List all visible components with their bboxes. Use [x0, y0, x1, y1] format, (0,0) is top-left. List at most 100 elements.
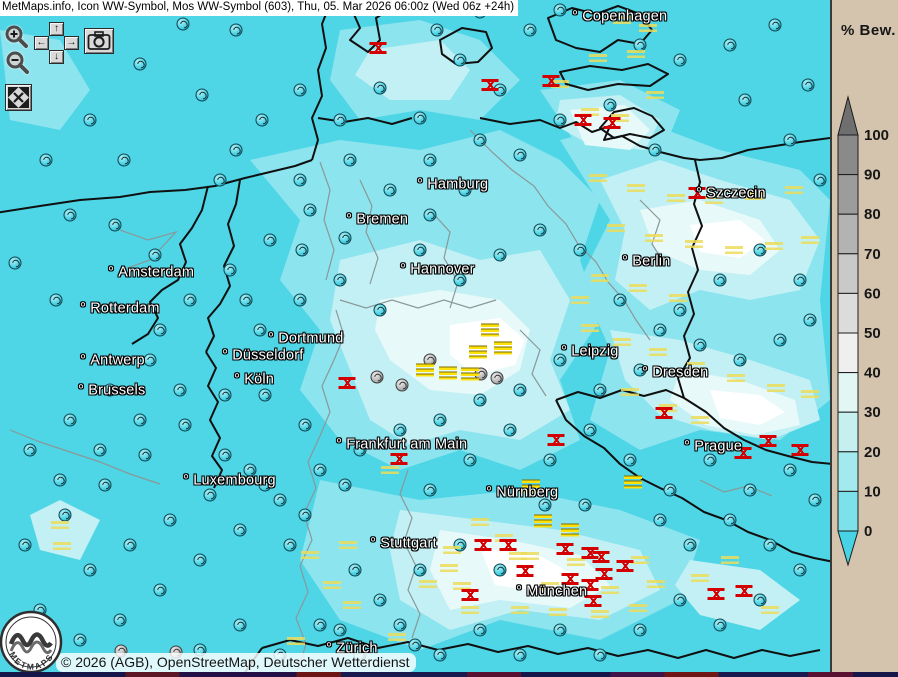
- drizzle-symbol-icon: [94, 444, 107, 457]
- mist-symbol-icon: [381, 466, 399, 474]
- pan-right-button[interactable]: →: [64, 36, 79, 50]
- drizzle-symbol-icon: [374, 594, 387, 607]
- scale-segment: [838, 135, 858, 175]
- city-marker-icon: °: [80, 352, 86, 369]
- city-name: Stuttgart: [380, 536, 437, 552]
- freezing-fog-symbol-icon: [736, 585, 753, 597]
- drizzle-symbol-icon: [814, 174, 827, 187]
- drizzle-symbol-icon: [634, 624, 647, 637]
- pan-up-button[interactable]: ↑: [49, 22, 64, 36]
- drizzle-symbol-icon: [134, 58, 147, 71]
- drizzle-symbol-icon: [339, 479, 352, 492]
- city-marker-icon: °: [516, 583, 522, 600]
- scale-tick-label: 50: [864, 325, 881, 342]
- mist-symbol-icon: [509, 552, 527, 560]
- drizzle-symbol-icon: [414, 564, 427, 577]
- drizzle-symbol-icon: [219, 449, 232, 462]
- mist-symbol-icon: [53, 542, 71, 550]
- drizzle-symbol-icon: [99, 479, 112, 492]
- drizzle-symbol-icon: [194, 554, 207, 567]
- mist-symbol-icon: [461, 606, 479, 614]
- freezing-fog-symbol-icon: [617, 560, 634, 572]
- drizzle-symbol-icon: [714, 274, 727, 287]
- city-label-amsterdam: °Amsterdam: [108, 264, 194, 281]
- city-label-dresden: °Dresden: [642, 364, 708, 381]
- drizzle-symbol-icon: [514, 149, 527, 162]
- city-marker-icon: °: [572, 8, 578, 25]
- city-name: Bremen: [356, 212, 408, 228]
- arrow-down-icon: ↓: [54, 52, 59, 62]
- fog-symbol-icon: [439, 367, 457, 380]
- drizzle-symbol-icon: [334, 624, 347, 637]
- city-name: Luxembourg: [193, 473, 276, 489]
- freezing-fog-symbol-icon: [708, 588, 725, 600]
- freezing-fog-symbol-icon: [760, 435, 777, 447]
- city-marker-icon: °: [108, 264, 114, 281]
- city-label-dortmund: °Dortmund: [268, 330, 343, 347]
- drizzle-symbol-icon: [149, 249, 162, 262]
- fullscreen-button[interactable]: [5, 84, 32, 111]
- scale-tick-label: 40: [864, 365, 881, 382]
- city-marker-icon: °: [486, 484, 492, 501]
- city-marker-icon: °: [642, 364, 648, 381]
- drizzle-symbol-icon: [284, 539, 297, 552]
- fullscreen-icon: [8, 87, 29, 108]
- drizzle-symbol-icon: [334, 114, 347, 127]
- fog-symbol-icon: [461, 368, 479, 381]
- fog-symbol-icon: [624, 476, 642, 489]
- drizzle-symbol-icon: [774, 334, 787, 347]
- drizzle-symbol-icon: [84, 564, 97, 577]
- scale-tick-label: 30: [864, 404, 881, 421]
- mist-symbol-icon: [621, 388, 639, 396]
- city-name: Düsseldorf: [232, 348, 303, 364]
- mist-symbol-icon: [419, 580, 437, 588]
- freezing-fog-symbol-icon: [792, 444, 809, 456]
- freezing-fog-symbol-icon: [656, 407, 673, 419]
- drizzle-symbol-icon: [219, 389, 232, 402]
- city-marker-icon: °: [222, 347, 228, 364]
- scale-segment: [838, 214, 858, 254]
- drizzle-symbol-icon: [314, 464, 327, 477]
- drizzle-symbol-icon: [584, 424, 597, 437]
- metmaps-logo: METMAPS: [0, 608, 66, 677]
- drizzle-symbol-icon: [40, 154, 53, 167]
- pan-left-button[interactable]: ←: [34, 36, 49, 50]
- screenshot-button[interactable]: [84, 28, 114, 54]
- drizzle-symbol-icon: [109, 219, 122, 232]
- drizzle-symbol-icon: [294, 294, 307, 307]
- drizzle-symbol-icon: [674, 54, 687, 67]
- city-marker-icon: °: [417, 176, 423, 193]
- fog-symbol-icon: [481, 324, 499, 337]
- drizzle-symbol-icon: [434, 414, 447, 427]
- city-marker-icon: °: [234, 371, 240, 388]
- drizzle-symbol-icon: [431, 24, 444, 37]
- city-marker-icon: °: [696, 185, 702, 202]
- drizzle-symbol-icon: [724, 514, 737, 527]
- drizzle-symbol-icon: [154, 324, 167, 337]
- camera-icon: [87, 31, 111, 51]
- freezing-fog-symbol-icon: [475, 539, 492, 551]
- drizzle-symbol-icon: [174, 384, 187, 397]
- freezing-fog-symbol-icon: [339, 377, 356, 389]
- drizzle-symbol-icon: [474, 134, 487, 147]
- zoom-in-button[interactable]: [4, 24, 30, 50]
- mist-symbol-icon: [767, 384, 785, 392]
- drizzle-symbol-icon: [124, 539, 137, 552]
- zoom-out-button[interactable]: [5, 50, 31, 76]
- scale-segment: [838, 412, 858, 452]
- drizzle-symbol-icon: [314, 619, 327, 632]
- city-label-leipzig: °Leipzig: [561, 343, 619, 360]
- drizzle-symbol-icon: [424, 484, 437, 497]
- freezing-fog-symbol-icon: [462, 589, 479, 601]
- drizzle-symbol-icon: [134, 414, 147, 427]
- pan-down-button[interactable]: ↓: [49, 50, 64, 64]
- freezing-fog-symbol-icon: [593, 551, 610, 563]
- mist-symbol-icon: [323, 581, 341, 589]
- drizzle-symbol-icon: [374, 82, 387, 95]
- drizzle-symbol-icon: [809, 494, 822, 507]
- drizzle-symbol-icon: [594, 649, 607, 662]
- fog-symbol-icon: [494, 342, 512, 355]
- mist-symbol-icon: [725, 246, 743, 254]
- mist-symbol-icon: [629, 284, 647, 292]
- drizzle-symbol-icon: [230, 24, 243, 37]
